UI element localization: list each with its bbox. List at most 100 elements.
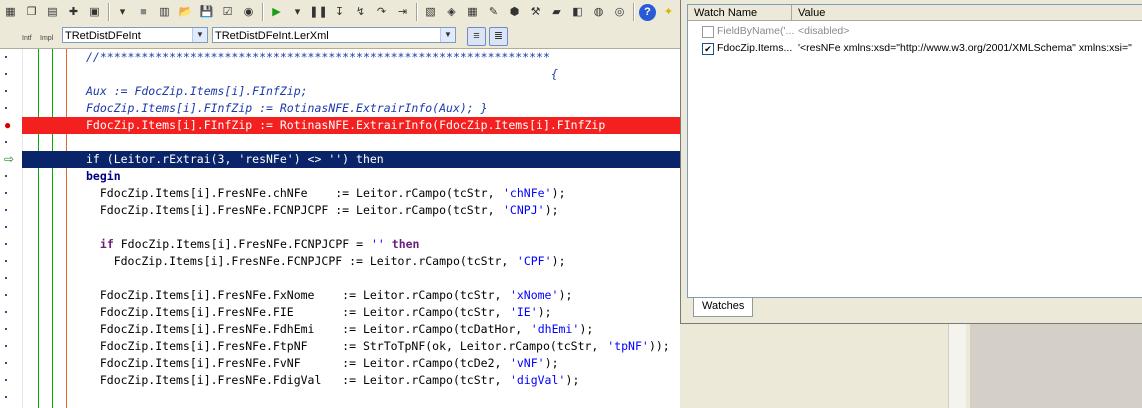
code-line[interactable]: FdocZip.Items[i].FInfZip := RotinasNFE.E… <box>22 117 686 134</box>
code-token: 'tpNF' <box>607 339 649 353</box>
step-over-icon[interactable]: ↷ <box>373 4 390 21</box>
code-line[interactable]: if FdocZip.Items[i].FresNFe.FCNPJCPF = '… <box>22 236 686 253</box>
line-marker <box>5 56 7 58</box>
watch-enable-checkbox[interactable]: ✔ <box>702 43 714 55</box>
chevron-down-icon[interactable]: ▼ <box>192 28 207 42</box>
impl-label[interactable]: Impl <box>40 35 53 42</box>
copy-icon[interactable]: ❐ <box>23 4 40 21</box>
open-project-icon[interactable]: 📂 <box>177 4 194 21</box>
code-line[interactable]: FdocZip.Items[i].FresNFe.FtpNF := StrToT… <box>22 338 686 355</box>
code-token: FdocZip.Items[i].FInfZip := RotinasNFE.E… <box>86 101 488 115</box>
palette-icon[interactable]: ◍ <box>590 4 607 21</box>
form-icon[interactable]: ▧ <box>422 4 439 21</box>
chevron-down-icon[interactable]: ▼ <box>440 28 455 42</box>
code-line[interactable]: FdocZip.Items[i].FresNFe.FvNF := Leitor.… <box>22 355 686 372</box>
tools-icon[interactable]: ⚒ <box>527 4 544 21</box>
code-token: '' <box>370 237 385 251</box>
save-icon[interactable]: 💾 <box>198 4 215 21</box>
watch-list[interactable]: Watch Name Value FieldByName('... <disab… <box>687 4 1142 298</box>
component-icon[interactable]: ◈ <box>443 4 460 21</box>
run-dropdown-icon[interactable]: ▾ <box>289 4 306 21</box>
edit-icon[interactable]: ✎ <box>485 4 502 21</box>
toolbar-separator <box>633 3 634 21</box>
line-marker <box>5 243 7 245</box>
watch-row[interactable]: FieldByName('... <disabled> <box>688 23 1142 40</box>
code-token: FdocZip.Items[i].FresNFe.FCNPJCPF := Lei… <box>86 203 502 217</box>
code-line[interactable]: FdocZip.Items[i].FresNFe.chNFe := Leitor… <box>22 185 686 202</box>
run-to-cursor-icon[interactable]: ⇥ <box>394 4 411 21</box>
workspace-background <box>970 324 1142 408</box>
new-unit-icon[interactable]: ✚ <box>65 4 82 21</box>
code-token: FdocZip.Items[i].FresNFe.FdigVal := Leit… <box>86 373 509 387</box>
code-line[interactable] <box>22 219 686 236</box>
code-line[interactable]: //**************************************… <box>22 49 686 66</box>
execution-point-icon[interactable]: ⇨ <box>4 152 14 166</box>
code-line[interactable]: begin <box>22 168 686 185</box>
code-token: then <box>384 237 420 251</box>
book-icon[interactable]: ▰ <box>548 4 565 21</box>
view-icon[interactable]: ◧ <box>569 4 586 21</box>
code-line[interactable]: FdocZip.Items[i].FresNFe.FCNPJCPF := Lei… <box>22 202 686 219</box>
dropdown-icon[interactable]: ▾ <box>114 4 131 21</box>
code-token: ); <box>544 203 559 217</box>
column-header-value[interactable]: Value <box>792 5 1142 21</box>
code-line[interactable]: FdocZip.Items[i].FresNFe.FxNome := Leito… <box>22 287 686 304</box>
breakpoint-icon[interactable]: ● <box>4 118 11 132</box>
stop-gray-icon[interactable]: ■ <box>135 4 152 21</box>
code-line[interactable]: FdocZip.Items[i].FresNFe.FdhEmi := Leito… <box>22 321 686 338</box>
method-combo-value: TRetDistDFeInt.LerXml <box>215 30 329 42</box>
toggle-icon[interactable]: ◉ <box>240 4 257 21</box>
line-marker <box>5 362 7 364</box>
run-icon[interactable]: ▶ <box>268 4 285 21</box>
code-editor[interactable]: //**************************************… <box>0 49 686 408</box>
code-token: FdocZip.Items[i].FresNFe.chNFe := Leitor… <box>86 186 502 200</box>
code-token: FdocZip.Items[i].FresNFe.FvNF := Leitor.… <box>86 356 509 370</box>
line-marker <box>5 396 7 398</box>
code-line[interactable] <box>22 134 686 151</box>
toolbar-separator <box>108 3 109 21</box>
pause-icon[interactable]: ❚❚ <box>309 4 327 21</box>
checkbox-icon[interactable]: ☑ <box>219 4 236 21</box>
editor-gutter[interactable] <box>0 49 22 408</box>
code-line[interactable]: Aux := FdocZip.Items[i].FInfZip; <box>22 83 686 100</box>
code-token: //**************************************… <box>86 50 550 64</box>
class-combo[interactable]: TRetDistDFeInt ▼ <box>62 27 208 43</box>
watch-name: FieldByName('... <box>717 25 795 37</box>
paste-icon[interactable]: ▤ <box>44 4 61 21</box>
tip-icon[interactable]: ✦ <box>660 4 677 21</box>
code-line[interactable]: FdocZip.Items[i].FresNFe.FIE := Leitor.r… <box>22 304 686 321</box>
code-token: 'xNome' <box>509 288 559 302</box>
line-marker <box>5 226 7 228</box>
grid-icon[interactable]: ▦ <box>464 4 481 21</box>
code-line[interactable]: if (Leitor.rExtrai(3, 'resNFe') <> '') t… <box>22 151 686 168</box>
code-line[interactable]: FdocZip.Items[i].FInfZip := RotinasNFE.E… <box>22 100 686 117</box>
watch-enable-checkbox[interactable] <box>702 26 714 38</box>
code-token: { <box>551 67 558 81</box>
code-token: ); <box>551 186 566 200</box>
code-token: 'IE' <box>509 305 538 319</box>
code-line[interactable]: FdocZip.Items[i].FresNFe.FdigVal := Leit… <box>22 372 686 389</box>
trace-icon[interactable]: ↯ <box>352 4 369 21</box>
save-all-icon[interactable]: ▥ <box>156 4 173 21</box>
app-icon[interactable]: ▦ <box>2 4 19 21</box>
watch-row[interactable]: ✔ FdocZip.Items... '<resNFe xmlns:xsd="h… <box>688 40 1142 57</box>
align-justify-icon[interactable]: ≣ <box>489 27 508 46</box>
vertical-scrollbar[interactable] <box>948 324 966 408</box>
open-icon[interactable]: ▣ <box>86 4 103 21</box>
method-combo[interactable]: TRetDistDFeInt.LerXml ▼ <box>212 27 456 43</box>
package-icon[interactable]: ⬢ <box>506 4 523 21</box>
line-marker <box>5 260 7 262</box>
code-token: FdocZip.Items[i].FresNFe.FdhEmi := Leito… <box>86 322 530 336</box>
toolbar-separator <box>262 3 263 21</box>
globe-icon[interactable]: ◎ <box>611 4 628 21</box>
help-icon[interactable]: ? <box>639 3 656 21</box>
align-left-icon[interactable]: ≡ <box>467 27 486 46</box>
tab-watches[interactable]: Watches <box>693 298 754 317</box>
step-into-icon[interactable]: ↧ <box>331 4 348 21</box>
code-line[interactable] <box>22 270 686 287</box>
column-header-watch-name[interactable]: Watch Name <box>688 5 792 21</box>
code-line[interactable]: { <box>22 66 686 83</box>
code-token: 'CNPJ' <box>503 203 545 217</box>
intf-label[interactable]: Intf <box>22 35 32 42</box>
code-line[interactable]: FdocZip.Items[i].FresNFe.FCNPJCPF := Lei… <box>22 253 686 270</box>
